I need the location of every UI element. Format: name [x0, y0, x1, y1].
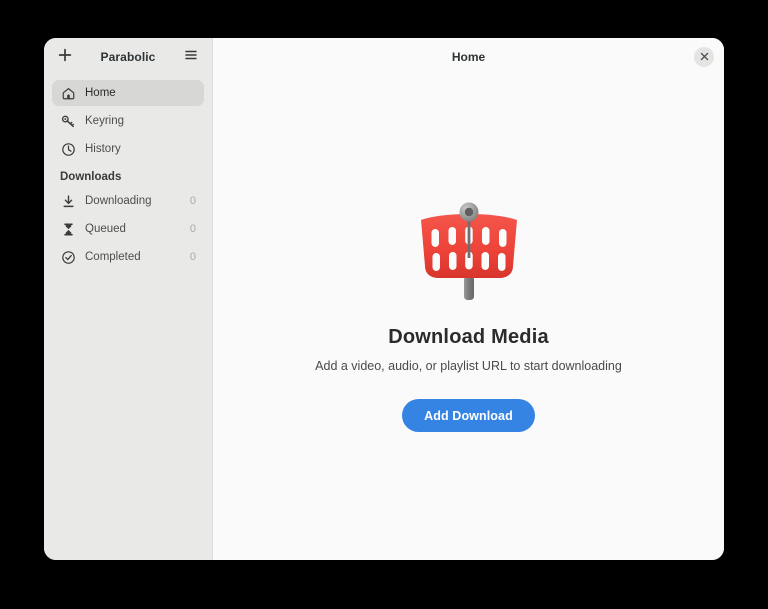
close-window-button[interactable] — [694, 47, 714, 67]
sidebar-item-downloading[interactable]: Downloading 0 — [52, 188, 204, 214]
parabolic-dish-logo — [409, 198, 529, 308]
hamburger-menu-icon — [184, 48, 198, 67]
sidebar-item-history[interactable]: History — [52, 136, 204, 162]
plus-icon — [58, 48, 72, 67]
sidebar-item-label: Downloading — [85, 195, 184, 207]
sidebar-item-label: Home — [85, 87, 196, 99]
main-menu-button[interactable] — [178, 44, 204, 70]
check-circle-icon — [60, 249, 76, 265]
screen: Parabolic — [0, 0, 768, 609]
key-icon — [60, 113, 76, 129]
main-header: Home — [213, 38, 724, 76]
close-icon — [700, 48, 709, 66]
sidebar-header: Parabolic — [44, 38, 212, 76]
sidebar-item-completed[interactable]: Completed 0 — [52, 244, 204, 270]
sidebar-nav: Home Keyring — [44, 76, 212, 560]
sidebar: Parabolic — [44, 38, 213, 560]
download-icon — [60, 193, 76, 209]
home-icon — [60, 85, 76, 101]
empty-state-heading: Download Media — [388, 326, 549, 349]
sidebar-item-keyring[interactable]: Keyring — [52, 108, 204, 134]
sidebar-item-count: 0 — [184, 251, 196, 263]
sidebar-item-home[interactable]: Home — [52, 80, 204, 106]
sidebar-section-downloads-title: Downloads — [52, 164, 204, 188]
empty-state-description: Add a video, audio, or playlist URL to s… — [315, 359, 622, 373]
page-title: Home — [452, 50, 485, 64]
empty-state: Download Media Add a video, audio, or pl… — [213, 76, 724, 560]
sidebar-item-label: History — [85, 143, 196, 155]
sidebar-item-count: 0 — [184, 223, 196, 235]
add-download-button[interactable]: Add Download — [402, 399, 535, 432]
clock-icon — [60, 141, 76, 157]
sidebar-item-queued[interactable]: Queued 0 — [52, 216, 204, 242]
sidebar-item-label: Completed — [85, 251, 184, 263]
add-download-plus-button[interactable] — [52, 44, 78, 70]
sidebar-item-count: 0 — [184, 195, 196, 207]
sidebar-item-label: Queued — [85, 223, 184, 235]
main-panel: Home — [213, 38, 724, 560]
app-window: Parabolic — [44, 38, 724, 560]
sidebar-item-label: Keyring — [85, 115, 196, 127]
hourglass-icon — [60, 221, 76, 237]
app-title: Parabolic — [78, 50, 178, 64]
